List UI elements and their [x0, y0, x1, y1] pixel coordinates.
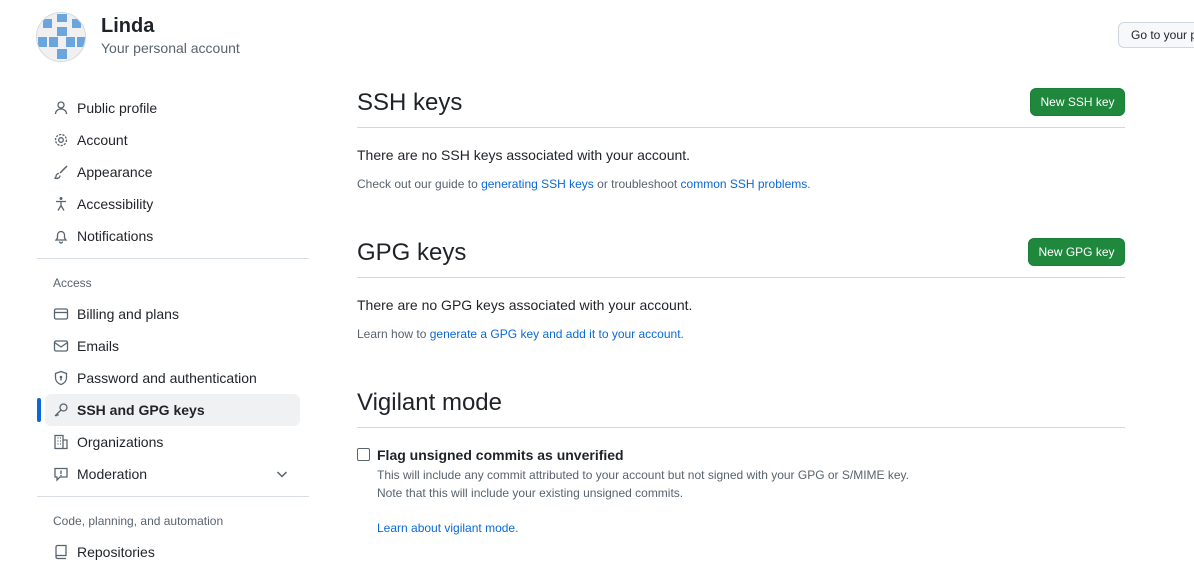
sidebar-item-repositories[interactable]: Repositories — [45, 536, 300, 567]
sidebar-item-account[interactable]: Account — [45, 124, 300, 156]
paintbrush-icon — [53, 164, 69, 180]
bell-icon — [53, 228, 69, 244]
common-ssh-problems-link[interactable]: common SSH problems — [681, 177, 808, 191]
repo-icon — [53, 544, 69, 560]
sidebar-item-billing[interactable]: Billing and plans — [45, 298, 300, 330]
gear-icon — [53, 132, 69, 148]
sidebar-divider — [37, 258, 309, 259]
sidebar-item-label: SSH and GPG keys — [77, 402, 205, 418]
help-text-part: or troubleshoot — [593, 177, 681, 191]
sidebar-item-label: Organizations — [77, 434, 164, 450]
ssh-empty-message: There are no SSH keys associated with yo… — [357, 147, 691, 163]
sidebar-item-notifications[interactable]: Notifications — [45, 220, 300, 252]
mail-icon — [53, 338, 69, 354]
person-icon — [53, 100, 69, 116]
sidebar-item-label: Repositories — [77, 544, 155, 560]
report-icon — [53, 466, 69, 482]
section-divider — [357, 127, 1125, 128]
help-text-part: Check out our guide to — [357, 177, 482, 191]
sidebar-item-label: Public profile — [77, 100, 158, 116]
shield-lock-icon — [53, 370, 69, 386]
help-text-part: . — [680, 327, 684, 341]
active-indicator — [37, 398, 41, 422]
gpg-help-text: Learn how to generate a GPG key and add … — [357, 327, 684, 341]
sidebar-item-organizations[interactable]: Organizations — [45, 426, 300, 458]
sidebar-item-label: Emails — [77, 338, 120, 354]
sidebar-item-label: Accessibility — [77, 196, 154, 212]
account-name: Linda — [101, 15, 155, 37]
credit-card-icon — [53, 306, 69, 322]
gpg-keys-heading: GPG keys — [357, 239, 467, 266]
organization-icon — [53, 434, 69, 450]
sidebar-item-label: Moderation — [77, 466, 148, 482]
ssh-help-text: Check out our guide to generating SSH ke… — [357, 177, 811, 191]
sidebar-item-password[interactable]: Password and authentication — [45, 362, 300, 394]
chevron-down-icon[interactable] — [274, 466, 290, 482]
flag-unsigned-commits-checkbox[interactable] — [357, 448, 370, 461]
sidebar-item-label: Account — [77, 132, 128, 148]
generating-ssh-keys-link[interactable]: generating SSH keys — [481, 177, 594, 191]
sidebar-item-emails[interactable]: Emails — [45, 330, 300, 362]
key-icon — [53, 402, 69, 418]
section-divider — [357, 427, 1125, 428]
sidebar-item-label: Password and authentication — [77, 370, 257, 386]
new-ssh-key-button[interactable]: New SSH key — [1030, 88, 1125, 116]
sidebar-item-label: Appearance — [77, 164, 153, 180]
account-subtitle: Your personal account — [101, 40, 240, 56]
sidebar-item-label: Notifications — [77, 228, 154, 244]
sidebar-item-moderation[interactable]: Moderation — [45, 458, 300, 490]
section-divider — [357, 277, 1125, 278]
flag-unsigned-commits-label[interactable]: Flag unsigned commits as unverified — [377, 447, 624, 463]
sidebar-item-public-profile[interactable]: Public profile — [45, 92, 300, 124]
generate-gpg-key-link[interactable]: generate a GPG key and add it to your ac… — [430, 327, 681, 341]
vigilant-mode-heading: Vigilant mode — [357, 389, 502, 416]
vigilant-note-1: This will include any commit attributed … — [377, 468, 910, 482]
sidebar-group-code: Code, planning, and automation — [53, 514, 224, 528]
vigilant-note-2: Note that this will include your existin… — [377, 486, 684, 500]
accessibility-icon — [53, 196, 69, 212]
sidebar-item-label: Billing and plans — [77, 306, 179, 322]
help-text-part: . — [807, 177, 811, 191]
sidebar-item-accessibility[interactable]: Accessibility — [45, 188, 300, 220]
ssh-keys-heading: SSH keys — [357, 89, 463, 116]
help-text-part: Learn how to — [357, 327, 430, 341]
sidebar-divider — [37, 496, 309, 497]
learn-vigilant-mode-link[interactable]: Learn about vigilant mode. — [377, 521, 518, 535]
goto-profile-button[interactable]: Go to your personal profile — [1118, 22, 1194, 48]
sidebar-item-ssh-gpg-keys[interactable]: SSH and GPG keys — [45, 394, 300, 426]
sidebar-group-access: Access — [53, 276, 92, 290]
new-gpg-key-button[interactable]: New GPG key — [1028, 238, 1125, 266]
sidebar-item-appearance[interactable]: Appearance — [45, 156, 300, 188]
avatar[interactable] — [36, 12, 86, 62]
gpg-empty-message: There are no GPG keys associated with yo… — [357, 297, 693, 313]
identicon-icon — [37, 13, 85, 61]
